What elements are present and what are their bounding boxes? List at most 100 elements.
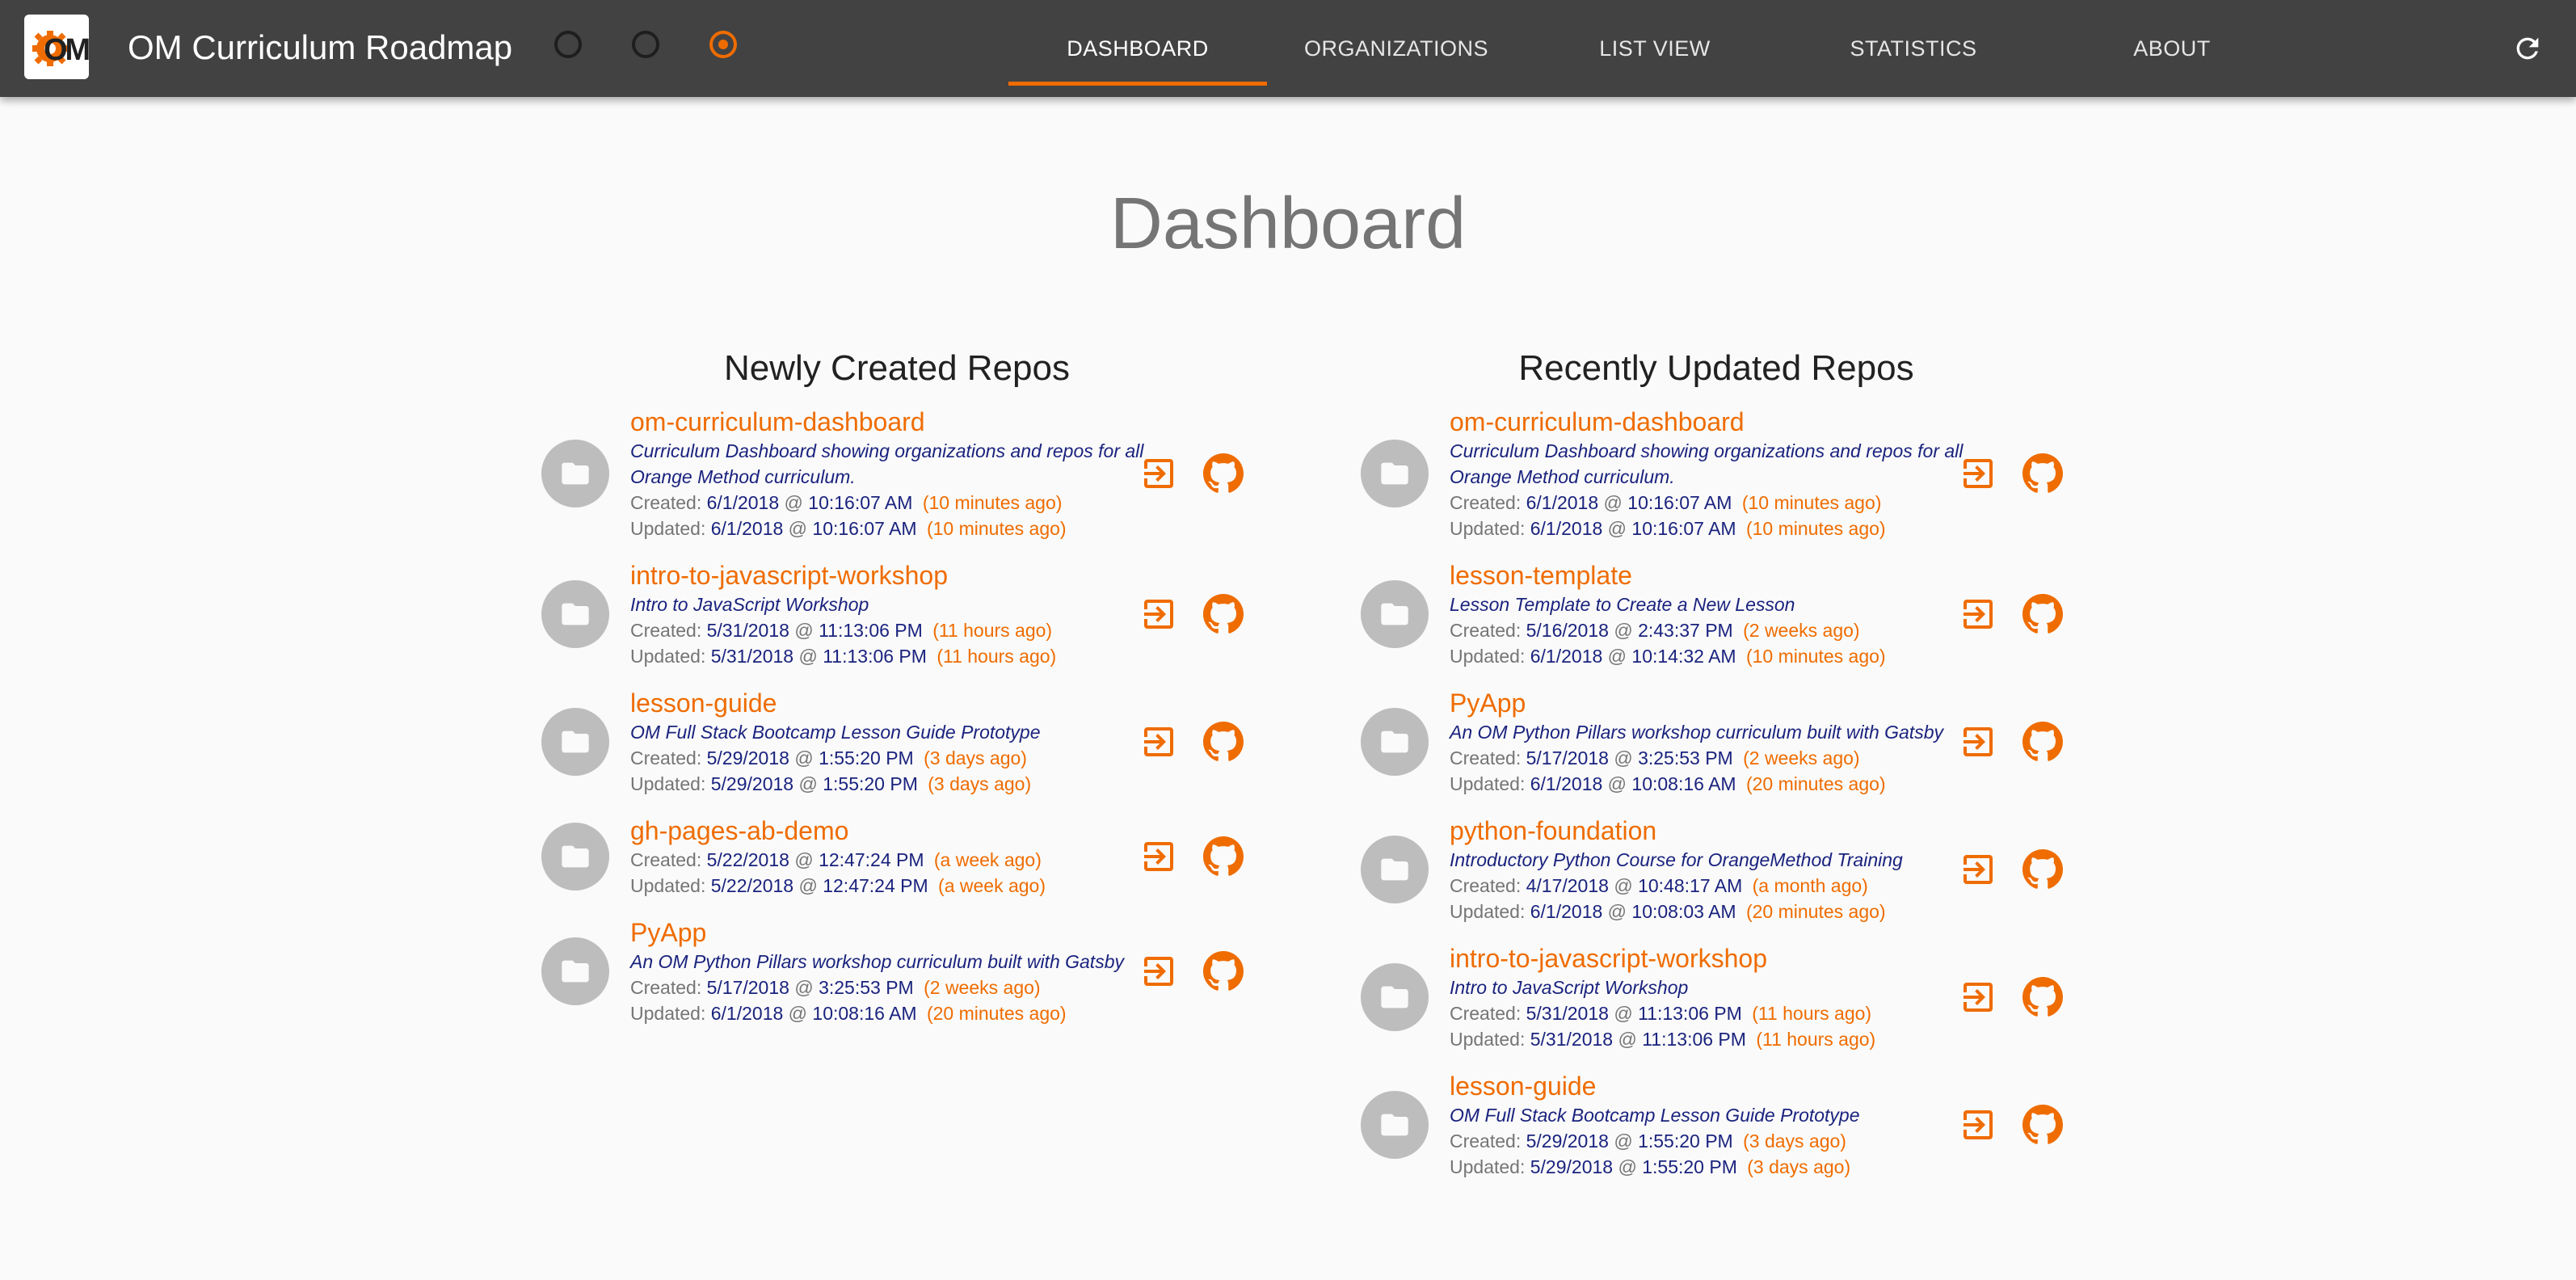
theme-option-3[interactable] [709,31,737,58]
section-title: Newly Created Repos [724,348,1070,388]
updated-date: 6/1/2018 [710,1003,784,1024]
repo-item: intro-to-javascript-workshop Intro to Jav… [1361,942,2072,1052]
tab-dashboard[interactable]: DASHBOARD [1008,0,1267,97]
repo-name-link[interactable]: python-foundation [1450,815,1656,847]
theme-option-2[interactable] [632,31,659,58]
repo-name-link[interactable]: intro-to-javascript-workshop [1450,942,1767,975]
updated-relative-time: (11 hours ago) [1756,1029,1876,1050]
repo-name-link[interactable]: lesson-guide [630,687,777,719]
github-link-button[interactable] [1202,950,1244,992]
github-link-button[interactable] [1202,453,1244,495]
repo-item: intro-to-javascript-workshop Intro to Jav… [541,559,1252,669]
theme-option-1[interactable] [554,31,582,58]
repo-name-link[interactable]: PyApp [630,916,706,949]
repo-item: gh-pages-ab-demo Created: 5/22/2018 @ 12:… [541,815,1252,899]
updated-date: 5/29/2018 [1530,1156,1614,1177]
repo-name-link[interactable]: PyApp [1450,687,1526,719]
open-in-app-icon [1964,459,1993,488]
updated-time: 10:16:07 AM [812,518,917,539]
repo-item: python-foundation Introductory Python Cou… [1361,815,2072,924]
created-line: Created: 5/29/2018 @ 1:55:20 PM (3 days … [630,747,1027,768]
open-repo-button[interactable] [1957,976,1999,1018]
github-link-button[interactable] [1202,836,1244,878]
updated-time: 1:55:20 PM [823,773,918,794]
created-date: 5/29/2018 [706,747,789,768]
repo-name-link[interactable]: om-curriculum-dashboard [1450,406,1745,438]
repo-name-link[interactable]: om-curriculum-dashboard [630,406,925,438]
created-relative-time: (2 weeks ago) [1743,620,1860,641]
github-icon [2022,453,2063,493]
github-link-button[interactable] [2022,721,2064,763]
github-link-button[interactable] [2022,593,2064,635]
open-in-app-icon [1144,842,1173,871]
created-line: Created: 6/1/2018 @ 10:16:07 AM (10 minu… [630,492,1063,513]
updated-date: 5/22/2018 [710,875,794,896]
created-line: Created: 5/17/2018 @ 3:25:53 PM (2 weeks… [1450,747,1860,768]
updated-relative-time: (3 days ago) [928,773,1032,794]
folder-icon [562,845,589,868]
repo-name-link[interactable]: intro-to-javascript-workshop [630,559,948,592]
refresh-button[interactable] [2503,24,2552,73]
created-line: Created: 5/29/2018 @ 1:55:20 PM (3 days … [1450,1131,1846,1152]
created-date: 5/31/2018 [706,620,789,641]
github-link-button[interactable] [2022,1104,2064,1146]
repo-avatar [1361,963,1429,1031]
github-icon [2022,849,2063,889]
updated-time: 11:13:06 PM [1642,1029,1746,1050]
open-repo-button[interactable] [1138,950,1180,992]
repo-name-link[interactable]: lesson-template [1450,559,1632,592]
updated-line: Updated: 5/29/2018 @ 1:55:20 PM (3 days … [630,773,1032,794]
github-link-button[interactable] [2022,453,2064,495]
repo-description: An OM Python Pillars workshop curriculum… [630,951,1124,972]
tab-about[interactable]: ABOUT [2043,0,2301,97]
github-icon [1203,836,1244,876]
github-link-button[interactable] [1202,593,1244,635]
updated-date: 5/29/2018 [710,773,794,794]
open-repo-button[interactable] [1957,453,1999,495]
updated-line: Updated: 6/1/2018 @ 10:14:32 AM (10 minu… [1450,646,1886,667]
repo-description: Introductory Python Course for OrangeMet… [1450,849,1903,870]
svg-text:OM: OM [44,33,89,67]
created-line: Created: 5/22/2018 @ 12:47:24 PM (a week… [630,849,1042,870]
folder-icon [1381,858,1408,881]
created-time: 1:55:20 PM [1638,1131,1733,1152]
open-repo-button[interactable] [1138,453,1180,495]
github-link-button[interactable] [2022,848,2064,891]
github-link-button[interactable] [2022,976,2064,1018]
tab-list-view[interactable]: LIST VIEW [1526,0,1784,97]
open-repo-button[interactable] [1957,1104,1999,1146]
github-icon [2022,722,2063,761]
open-in-app-icon [1964,727,1993,756]
open-repo-button[interactable] [1957,848,1999,891]
github-icon [2022,977,2063,1017]
repo-name-link[interactable]: lesson-guide [1450,1070,1596,1102]
repo-description: An OM Python Pillars workshop curriculum… [1450,722,1943,743]
updated-time: 10:16:07 AM [1631,518,1736,539]
open-repo-button[interactable] [1138,593,1180,635]
open-in-app-icon [1964,983,1993,1012]
app-bar: OM OM Curriculum Roadmap DASHBOARD ORGAN… [0,0,2576,97]
open-repo-button[interactable] [1957,721,1999,763]
updated-date: 5/31/2018 [1530,1029,1614,1050]
folder-icon [1381,986,1408,1008]
repo-item: om-curriculum-dashboard Curriculum Dashbo… [1361,406,2072,541]
open-repo-button[interactable] [1957,593,1999,635]
created-date: 6/1/2018 [706,492,780,513]
repo-description: Intro to JavaScript Workshop [630,594,869,615]
updated-line: Updated: 6/1/2018 @ 10:08:16 AM (20 minu… [630,1003,1067,1024]
github-icon [1203,951,1244,991]
app-logo[interactable]: OM [24,15,89,79]
github-link-button[interactable] [1202,721,1244,763]
created-time: 3:25:53 PM [819,977,914,998]
updated-relative-time: (3 days ago) [1747,1156,1851,1177]
tab-statistics[interactable]: STATISTICS [1784,0,2043,97]
updated-time: 10:08:16 AM [1631,773,1736,794]
open-repo-button[interactable] [1138,836,1180,878]
tab-organizations[interactable]: ORGANIZATIONS [1267,0,1526,97]
repo-list: om-curriculum-dashboard Curriculum Dashbo… [541,406,1252,1026]
folder-icon [562,462,589,485]
created-date: 5/17/2018 [1526,747,1609,768]
open-repo-button[interactable] [1138,721,1180,763]
folder-icon [562,960,589,983]
repo-name-link[interactable]: gh-pages-ab-demo [630,815,848,847]
